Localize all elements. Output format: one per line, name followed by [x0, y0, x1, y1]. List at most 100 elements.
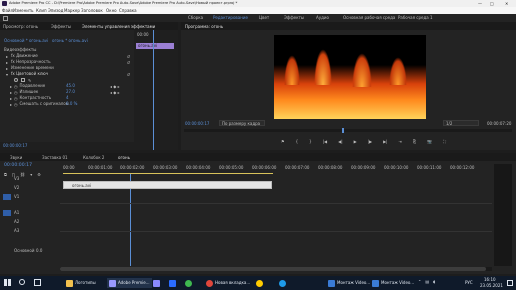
twirl-icon[interactable]: ▾: [6, 72, 8, 77]
taskbar-item-logos[interactable]: Логотипы: [66, 278, 96, 288]
tab-program[interactable]: Программа: огонь: [185, 24, 223, 29]
search-icon[interactable]: [19, 279, 25, 285]
param-value[interactable]: 27.0: [66, 90, 75, 94]
param-value[interactable]: 45.0: [66, 84, 75, 88]
twirl-icon[interactable]: ▸: [10, 102, 12, 107]
tab-sequence-fire[interactable]: огонь: [118, 155, 130, 160]
menu-sequence[interactable]: Эпизод: [48, 8, 63, 13]
menu-file[interactable]: Файл: [2, 8, 13, 13]
close-button[interactable]: ✕: [505, 1, 508, 6]
play-icon[interactable]: ▶: [354, 139, 357, 144]
task-view-icon[interactable]: [34, 279, 41, 286]
time-ruler[interactable]: 00:00 00:00:01:00 00:00:02:00 00:00:03:0…: [60, 164, 492, 174]
workspace-audio[interactable]: Аудио: [316, 16, 329, 20]
maximize-button[interactable]: □: [490, 1, 494, 6]
workspace-custom1[interactable]: Рабочая среда 1: [398, 16, 433, 20]
extract-icon[interactable]: ⎘: [413, 139, 416, 144]
effect-controls-timecode[interactable]: 00:00:00:17: [3, 144, 27, 148]
taskbar-item-skype[interactable]: [279, 278, 286, 288]
language-indicator[interactable]: РУС: [465, 281, 473, 285]
home-icon[interactable]: [3, 15, 8, 21]
clock-date[interactable]: 23.05.2021: [480, 283, 503, 288]
keyframe-nav-icon[interactable]: ◂ ◆ ▸: [110, 84, 120, 89]
settings-icon[interactable]: ⚙: [37, 172, 41, 177]
twirl-icon[interactable]: ▸: [10, 96, 12, 101]
taskbar-item-chrome[interactable]: [185, 278, 192, 288]
menu-help[interactable]: Справка: [119, 8, 137, 13]
mini-clip-bar[interactable]: огонь.avi: [136, 43, 174, 49]
tray-chevron-icon[interactable]: ⌃: [418, 279, 421, 284]
scrubber-playhead[interactable]: [342, 128, 344, 133]
tab-sequence-sounds[interactable]: Звуки: [10, 155, 22, 160]
param-value[interactable]: 4: [66, 96, 69, 100]
taskbar-item-premiere[interactable]: Adobe Premie...: [107, 278, 152, 288]
notification-icon[interactable]: [507, 280, 513, 286]
workspace-assembly[interactable]: Сборка: [188, 16, 203, 20]
monitor-scrubber[interactable]: [184, 128, 512, 133]
pen-mask-icon[interactable]: ✎: [28, 78, 31, 83]
menu-marker[interactable]: Маркер: [64, 8, 80, 13]
rect-mask-icon[interactable]: [21, 78, 25, 82]
resolution-dropdown[interactable]: 1/2: [443, 120, 479, 126]
network-icon[interactable]: ▤: [425, 279, 429, 284]
twirl-icon[interactable]: ▸: [6, 60, 8, 65]
tab-effects[interactable]: Эффекты: [51, 24, 71, 29]
reset-icon[interactable]: ↺: [127, 54, 130, 59]
track-v2-label[interactable]: V2: [14, 186, 19, 190]
volume-icon[interactable]: ◖: [433, 279, 435, 284]
step-back-icon[interactable]: ◀|: [338, 139, 342, 144]
reset-icon[interactable]: ↺: [127, 60, 130, 65]
stopwatch-icon[interactable]: ◷: [14, 90, 18, 95]
twirl-icon[interactable]: ▸: [6, 66, 8, 71]
stopwatch-icon[interactable]: ◷: [14, 96, 18, 101]
param-row-blend[interactable]: ▸ ◷ Смешать с оригиналом 0.0 %: [0, 101, 134, 107]
param-value[interactable]: 0.0 %: [66, 102, 77, 106]
twirl-icon[interactable]: ▸: [6, 54, 8, 59]
go-to-in-icon[interactable]: |◀: [323, 139, 327, 144]
source-patch-a1[interactable]: [3, 210, 11, 216]
add-marker-icon[interactable]: ▾: [30, 172, 32, 177]
marker-icon[interactable]: ⚑: [281, 139, 285, 144]
nest-icon[interactable]: ⧉: [4, 172, 7, 177]
sequence-clip-label[interactable]: огонь * огонь.avi: [52, 39, 88, 43]
taskbar-item-yandex[interactable]: [256, 278, 263, 288]
workspace-color[interactable]: Цвет: [259, 16, 269, 20]
windows-icon[interactable]: [4, 279, 11, 286]
taskbar-item-video-2[interactable]: Монтаж Video...: [372, 278, 414, 288]
taskbar-item-opera[interactable]: Новая вкладка...: [206, 278, 250, 288]
tab-source-monitor[interactable]: Просмотр: огонь: [3, 24, 38, 29]
menu-title[interactable]: Заголовок: [81, 8, 103, 13]
ellipse-mask-icon[interactable]: [14, 78, 18, 82]
keyframe-nav-icon[interactable]: ◂ ◆ ▸: [110, 90, 120, 95]
tab-effect-controls[interactable]: Элементы управления эффектами: [82, 24, 155, 29]
twirl-icon[interactable]: ▸: [10, 84, 12, 89]
fullscreen-icon[interactable]: ⛶: [443, 139, 446, 144]
zoom-scrollbar[interactable]: [60, 267, 492, 271]
track-a3-label[interactable]: A3: [14, 229, 19, 233]
work-area-bar[interactable]: [63, 173, 273, 174]
lift-icon[interactable]: ⇥: [399, 139, 402, 144]
fit-dropdown[interactable]: По размеру кадра: [219, 120, 265, 126]
clock-time[interactable]: 16:10: [484, 278, 496, 282]
export-frame-icon[interactable]: 📷: [427, 139, 432, 144]
track-v1-label[interactable]: V1: [14, 195, 19, 199]
scroll-thumb[interactable]: [60, 267, 486, 271]
mark-in-icon[interactable]: {: [296, 139, 299, 144]
tab-sequence-kolobok[interactable]: Колобок 2: [83, 155, 104, 160]
reset-icon[interactable]: ↺: [127, 72, 130, 77]
workspace-editing[interactable]: Редактирование: [213, 16, 248, 20]
linked-icon[interactable]: ⛓: [20, 172, 25, 177]
timeline-timecode[interactable]: 00:00:00:17: [4, 163, 32, 169]
program-timecode[interactable]: 00:00:00:17: [185, 122, 209, 126]
master-track-value[interactable]: 0.0: [36, 249, 42, 253]
minimize-button[interactable]: —: [478, 1, 482, 6]
track-a1-label[interactable]: A1: [14, 211, 19, 215]
track-v3-label[interactable]: V3: [14, 177, 19, 181]
mini-playhead[interactable]: [153, 30, 154, 150]
taskbar-item-photoshop[interactable]: [169, 278, 176, 288]
menu-clip[interactable]: Клип: [36, 8, 47, 13]
stopwatch-icon[interactable]: ◷: [14, 102, 18, 107]
stopwatch-icon[interactable]: ◷: [14, 84, 18, 89]
go-to-out-icon[interactable]: ▶|: [383, 139, 387, 144]
workspace-effects[interactable]: Эффекты: [284, 16, 304, 20]
